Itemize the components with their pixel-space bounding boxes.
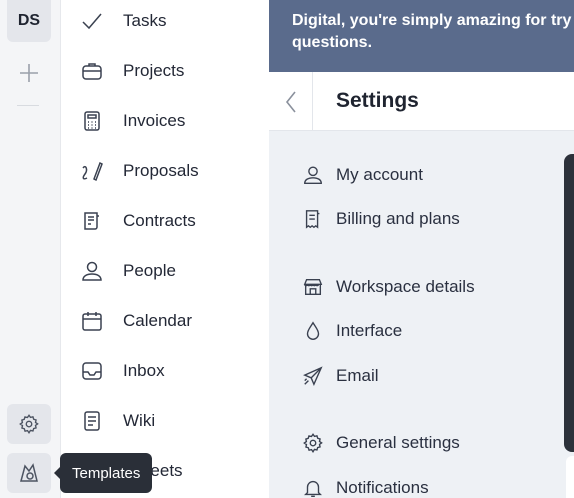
settings-item-workspace-details[interactable]: Workspace details (301, 272, 475, 302)
calendar-icon (80, 309, 104, 333)
sidebar-item-invoices[interactable]: Invoices (62, 101, 269, 141)
sidebar-item-label: Tasks (123, 11, 167, 30)
drop-icon (301, 319, 325, 343)
page-title: Settings (336, 89, 419, 112)
settings-menu: My account Billing and plans Workspace d… (269, 132, 574, 498)
templates-tooltip: Templates (53, 453, 153, 493)
settings-item-email[interactable]: Email (301, 361, 379, 391)
pen-icon (80, 159, 104, 183)
rail-divider (17, 105, 39, 106)
settings-item-label: Email (336, 366, 379, 385)
banner-line-2: questions. (292, 34, 373, 51)
back-button[interactable] (269, 72, 313, 131)
sidebar-item-proposals[interactable]: Proposals (62, 151, 269, 191)
content-panel-edge (564, 154, 574, 452)
sidebar-item-projects[interactable]: Projects (62, 51, 269, 91)
templates-icon (20, 463, 38, 482)
bell-icon (301, 476, 325, 498)
sidebar-item-label: Projects (123, 61, 185, 80)
settings-item-my-account[interactable]: My account (301, 160, 423, 190)
sidebar-item-wiki[interactable]: Wiki (62, 401, 269, 441)
gear-icon (301, 431, 325, 455)
calculator-icon (80, 109, 104, 133)
sidebar-nav: Tasks Projects Invoices Proposals Contra… (62, 0, 269, 498)
settings-item-general[interactable]: General settings (301, 428, 460, 458)
sidebar-item-contracts[interactable]: Contracts (62, 201, 269, 241)
settings-item-label: Billing and plans (336, 209, 460, 228)
announcement-banner: Digital, you're simply amazing for try q… (269, 0, 574, 72)
sidebar-item-label: Inbox (123, 361, 165, 380)
sidebar-item-label: Wiki (123, 411, 156, 430)
sidebar-item-label: Invoices (123, 111, 186, 130)
rail-settings-button[interactable] (7, 404, 51, 444)
inbox-icon (80, 359, 104, 383)
document-icon (80, 409, 104, 433)
sidebar-item-label: Proposals (123, 161, 199, 180)
user-icon (301, 163, 325, 187)
workspace-avatar[interactable]: DS (7, 0, 51, 42)
sidebar-item-label: Calendar (123, 311, 192, 330)
settings-header: Settings (269, 72, 574, 131)
briefcase-icon (80, 59, 104, 83)
sidebar-item-calendar[interactable]: Calendar (62, 301, 269, 341)
settings-item-label: Workspace details (336, 277, 475, 296)
rail-templates-button[interactable] (7, 453, 51, 493)
sidebar-item-label: Contracts (123, 211, 196, 230)
settings-item-billing[interactable]: Billing and plans (301, 204, 460, 234)
sidebar-item-inbox[interactable]: Inbox (62, 351, 269, 391)
main-panel: Digital, you're simply amazing for try q… (269, 0, 574, 498)
gear-icon (19, 414, 39, 434)
chevron-left-icon (285, 91, 296, 112)
add-workspace-button[interactable] (14, 58, 44, 88)
plus-icon (20, 64, 38, 82)
receipt-icon (301, 207, 325, 231)
settings-item-label: My account (336, 165, 423, 184)
app-rail: DS (0, 0, 61, 498)
sidebar-item-tasks[interactable]: Tasks (62, 1, 269, 41)
settings-item-label: Interface (336, 321, 403, 340)
settings-item-label: General settings (336, 433, 460, 452)
sidebar-item-people[interactable]: People (62, 251, 269, 291)
sidebar-item-label: People (123, 261, 176, 280)
settings-item-interface[interactable]: Interface (301, 316, 402, 346)
avatar-initials: DS (17, 12, 41, 29)
settings-item-notifications[interactable]: Notifications (301, 473, 429, 498)
check-icon (80, 9, 104, 33)
store-icon (301, 275, 325, 299)
send-icon (301, 364, 325, 388)
contract-icon (80, 209, 104, 233)
banner-line-1: Digital, you're simply amazing for try (292, 12, 572, 29)
person-icon (80, 259, 104, 283)
settings-item-label: Notifications (336, 478, 429, 497)
tooltip-text: Templates (72, 464, 141, 482)
content-panel-edge-lower (566, 456, 574, 498)
